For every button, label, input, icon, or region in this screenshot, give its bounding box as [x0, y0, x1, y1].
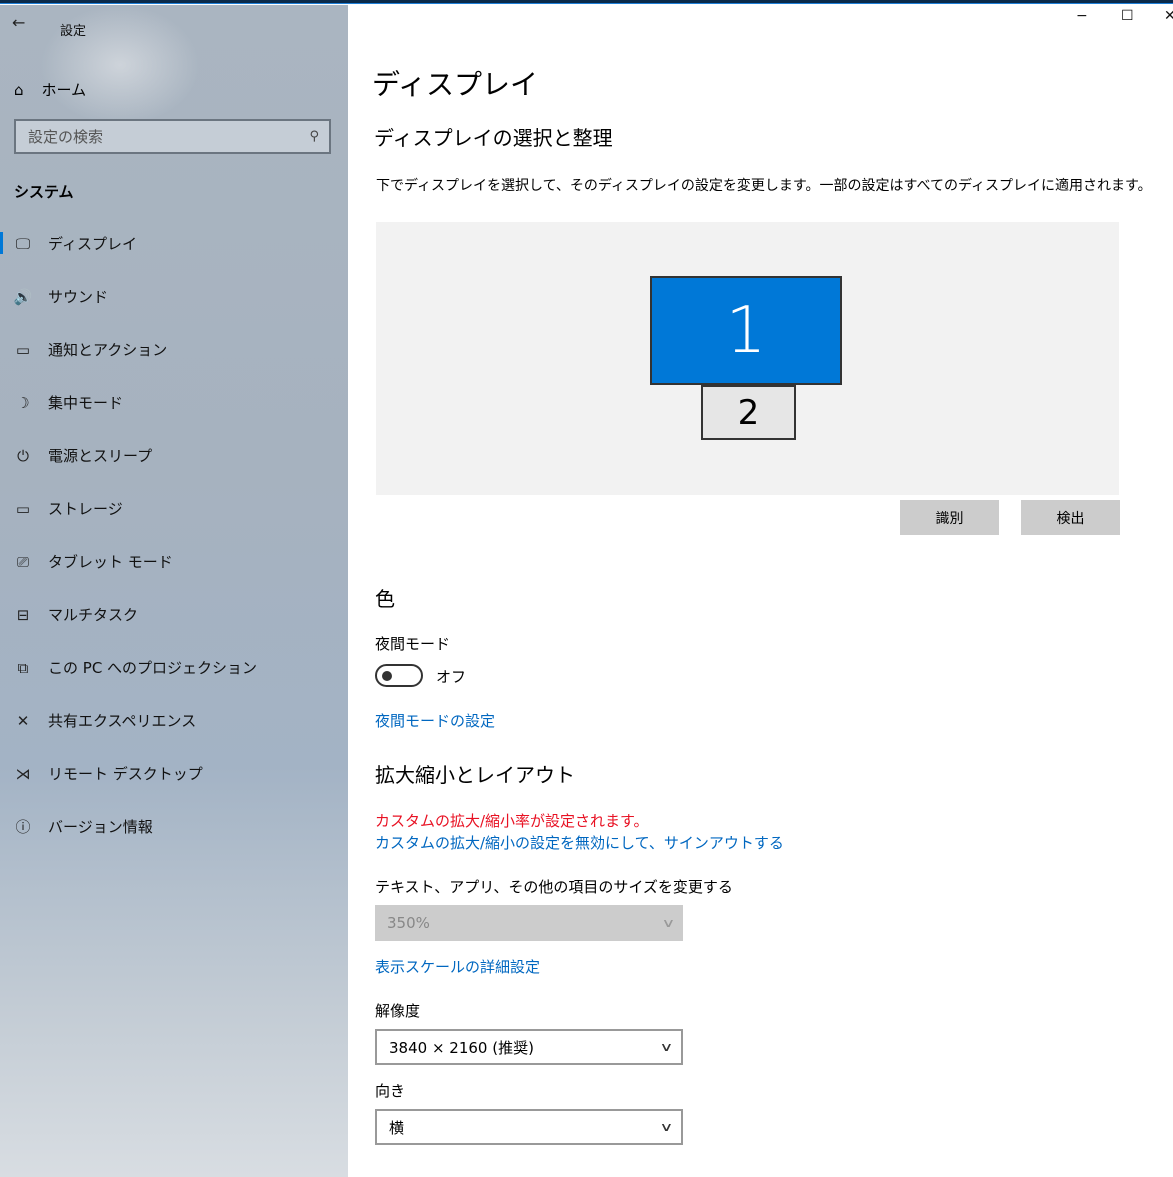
sidebar-nav: 🖵 ディスプレイ 🔊 サウンド ▭ 通知とアクション ☽ 集中モード ⏻ 電源とスリープ ▭ ストレー…: [0, 217, 348, 853]
notification-icon: ▭: [15, 340, 31, 359]
sidebar-item[interactable]: ⊟ マルチタスク: [0, 588, 348, 641]
sidebar-item-label: ストレージ: [48, 500, 123, 518]
size-label: テキスト、アプリ、その他の項目のサイズを変更する: [375, 878, 733, 896]
orientation-value: 横: [389, 1118, 405, 1137]
sidebar-item-label: 共有エクスペリエンス: [48, 712, 197, 730]
night-light-label: 夜間モード: [375, 635, 451, 653]
night-light-toggle[interactable]: [375, 664, 423, 687]
sidebar-home[interactable]: ⌂ ホーム: [14, 79, 86, 100]
section-heading: システム: [14, 183, 74, 201]
sidebar-item-label: バージョン情報: [48, 818, 153, 836]
sidebar-item-label: タブレット モード: [48, 553, 173, 571]
sidebar-item[interactable]: ⧉ この PC へのプロジェクション: [0, 641, 348, 694]
chevron-down-icon: ∨: [661, 916, 676, 930]
multitask-icon: ⊟: [16, 605, 30, 624]
sidebar-item-label: リモート デスクトップ: [48, 765, 203, 783]
main-content: ディスプレイ ディスプレイの選択と整理 下でディスプレイを選択して、そのディスプ…: [348, 5, 1173, 1177]
sidebar-item[interactable]: ⎚ タブレット モード: [0, 535, 348, 588]
search-placeholder: 設定の検索: [28, 128, 104, 146]
resolution-dropdown[interactable]: 3840 × 2160 (推奨) ∨: [375, 1029, 683, 1065]
sidebar-item-label: マルチタスク: [48, 606, 139, 624]
display-arrangement: 1 2: [376, 222, 1119, 495]
sidebar: ← 設定 ⌂ ホーム 設定の検索 ⚲ システム 🖵 ディスプレイ 🔊 サウンド ▭ 通知と…: [0, 5, 348, 1177]
sidebar-item-label: サウンド: [48, 288, 109, 306]
storage-icon: ▭: [15, 499, 31, 518]
search-icon: ⚲: [309, 129, 319, 144]
back-button[interactable]: ←: [12, 13, 25, 32]
monitor-icon: 🖵: [15, 234, 31, 253]
chevron-down-icon: ∨: [659, 1040, 674, 1054]
night-light-settings-link[interactable]: 夜間モードの設定: [375, 710, 495, 731]
arrange-description: 下でディスプレイを選択して、そのディスプレイの設定を変更します。一部の設定はすべ…: [376, 178, 1152, 194]
scale-heading: 拡大縮小とレイアウト: [375, 763, 575, 787]
moon-icon: ☽: [16, 393, 30, 412]
sidebar-item[interactable]: ▭ ストレージ: [0, 482, 348, 535]
shared-icon: ✕: [16, 711, 30, 730]
night-light-state: オフ: [436, 668, 467, 686]
home-label: ホーム: [41, 81, 87, 99]
sidebar-item[interactable]: 🖵 ディスプレイ: [0, 217, 348, 270]
sidebar-item-label: この PC へのプロジェクション: [48, 659, 258, 677]
sidebar-item[interactable]: 🔊 サウンド: [0, 270, 348, 323]
projection-icon: ⧉: [17, 658, 29, 677]
resolution-label: 解像度: [375, 1002, 421, 1020]
home-icon: ⌂: [14, 80, 24, 99]
sidebar-item[interactable]: ▭ 通知とアクション: [0, 323, 348, 376]
orientation-label: 向き: [375, 1082, 406, 1100]
sidebar-item[interactable]: ✕ 共有エクスペリエンス: [0, 694, 348, 747]
monitor-1[interactable]: 1: [650, 276, 842, 385]
disable-custom-scale-link[interactable]: カスタムの拡大/縮小の設定を無効にして、サインアウトする: [375, 832, 784, 853]
speaker-icon: 🔊: [13, 287, 33, 306]
resolution-value: 3840 × 2160 (推奨): [389, 1038, 534, 1057]
page-title: ディスプレイ: [372, 68, 539, 101]
scale-value: 350%: [387, 914, 430, 932]
orientation-dropdown[interactable]: 横 ∨: [375, 1109, 683, 1145]
window-top-border: [0, 0, 1173, 4]
remote-desktop-icon: ⋊: [15, 764, 31, 783]
info-icon: ⓘ: [15, 818, 31, 836]
sidebar-item-label: 通知とアクション: [48, 341, 168, 359]
sidebar-item[interactable]: ⏻ 電源とスリープ: [0, 429, 348, 482]
tablet-icon: ⎚: [16, 552, 29, 571]
sidebar-item[interactable]: ⋊ リモート デスクトップ: [0, 747, 348, 800]
arrange-heading: ディスプレイの選択と整理: [374, 126, 613, 150]
app-title: 設定: [60, 24, 87, 39]
monitor-2[interactable]: 2: [701, 385, 796, 440]
chevron-down-icon: ∨: [659, 1120, 674, 1134]
sidebar-item-label: ディスプレイ: [48, 235, 137, 253]
sidebar-item[interactable]: ☽ 集中モード: [0, 376, 348, 429]
advanced-scaling-link[interactable]: 表示スケールの詳細設定: [375, 956, 540, 977]
sidebar-item[interactable]: ⓘ バージョン情報: [0, 800, 348, 853]
detect-button[interactable]: 検出: [1021, 500, 1120, 535]
scale-dropdown[interactable]: 350% ∨: [375, 905, 683, 941]
power-icon: ⏻: [17, 446, 29, 465]
sidebar-item-label: 電源とスリープ: [48, 447, 153, 465]
sidebar-item-label: 集中モード: [48, 394, 124, 412]
identify-button[interactable]: 識別: [900, 500, 999, 535]
search-input[interactable]: 設定の検索 ⚲: [14, 119, 331, 154]
color-heading: 色: [375, 587, 395, 611]
custom-scale-warning: カスタムの拡大/縮小率が設定されます。: [375, 812, 649, 830]
